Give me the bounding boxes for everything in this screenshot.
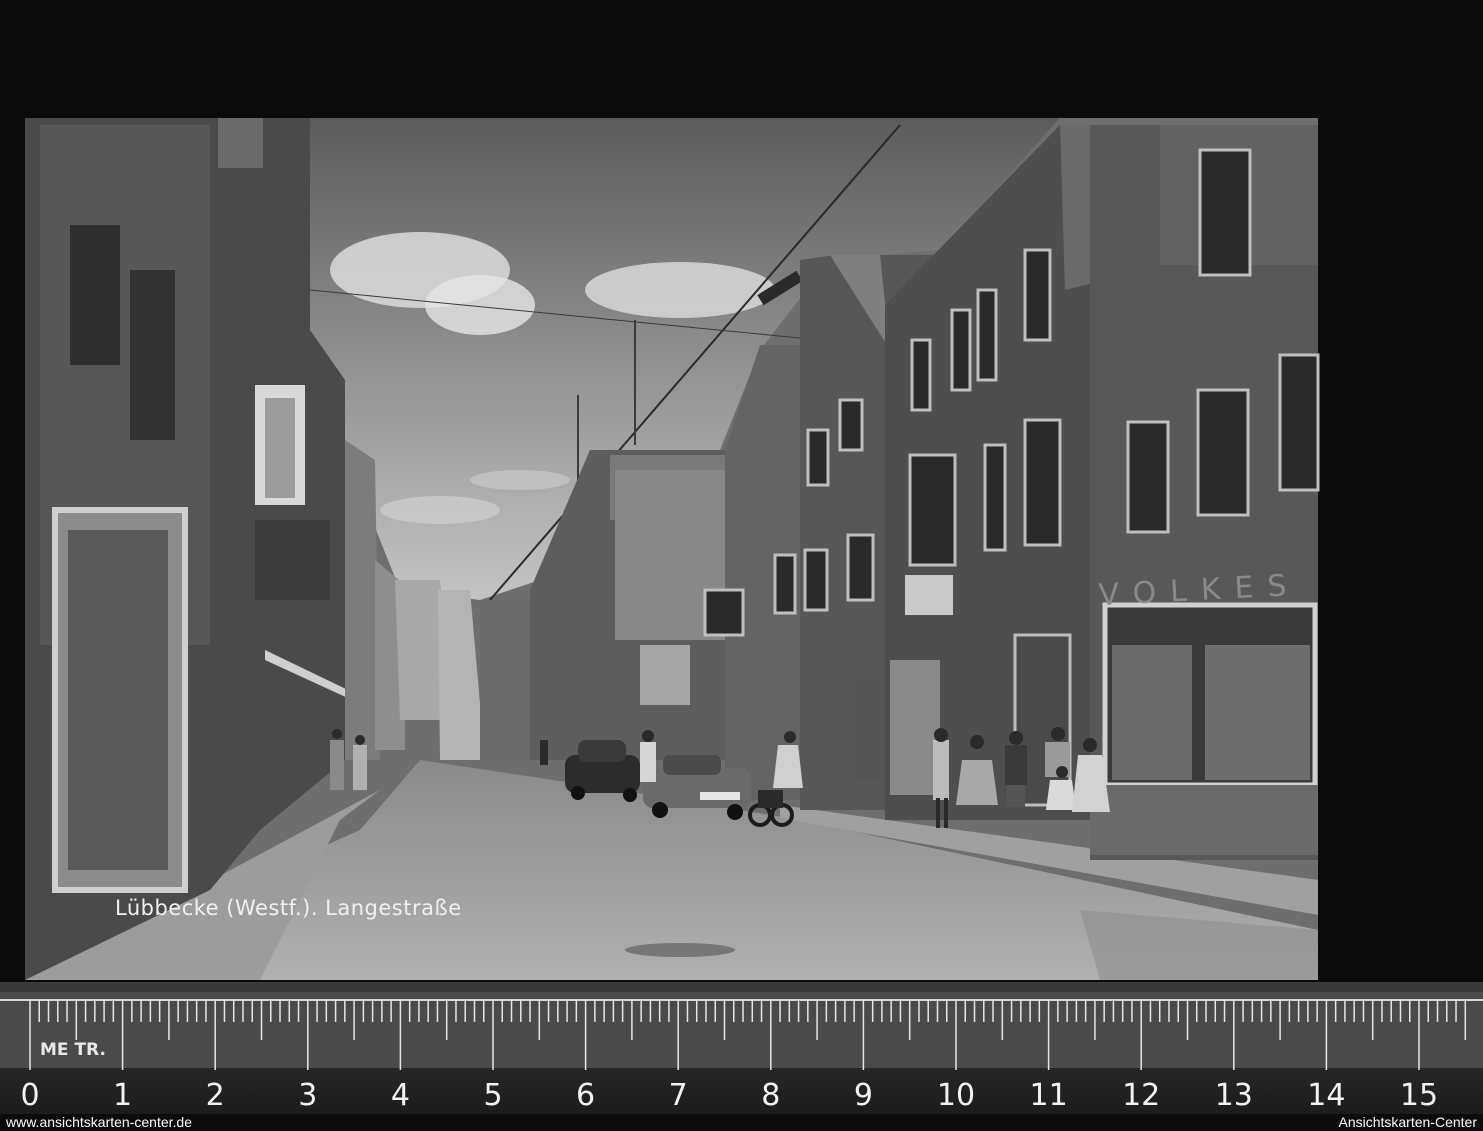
ruler-number: 2 xyxy=(205,1078,225,1113)
ruler-number: 10 xyxy=(936,1078,976,1113)
ruler-number: 4 xyxy=(390,1078,410,1113)
ruler-number: 15 xyxy=(1399,1078,1439,1113)
ruler-number: 14 xyxy=(1307,1078,1346,1113)
street-photo xyxy=(25,118,1320,980)
ruler-number: 6 xyxy=(576,1078,596,1113)
ruler-number: 13 xyxy=(1214,1078,1253,1113)
watermark-brand: Ansichtskarten-Center xyxy=(1338,1114,1477,1130)
photo-caption: Lübbecke (Westf.). Langestraße xyxy=(115,896,462,920)
ruler-number: 0 xyxy=(20,1078,40,1113)
ruler-number: 1 xyxy=(113,1078,133,1113)
ruler-number: 11 xyxy=(1029,1078,1068,1113)
ruler-number: 8 xyxy=(761,1078,781,1113)
scanned-postcard: VOLKES xyxy=(0,0,1483,1131)
ruler-number: 7 xyxy=(668,1078,688,1113)
ruler-number: 5 xyxy=(483,1078,503,1113)
ruler-number: 12 xyxy=(1122,1078,1161,1113)
ruler-number: 9 xyxy=(853,1078,873,1113)
ruler-number: 3 xyxy=(298,1078,318,1113)
ruler-unit-label: ME TR. xyxy=(40,1040,106,1060)
watermark-url: www.ansichtskarten-center.de xyxy=(6,1114,192,1130)
